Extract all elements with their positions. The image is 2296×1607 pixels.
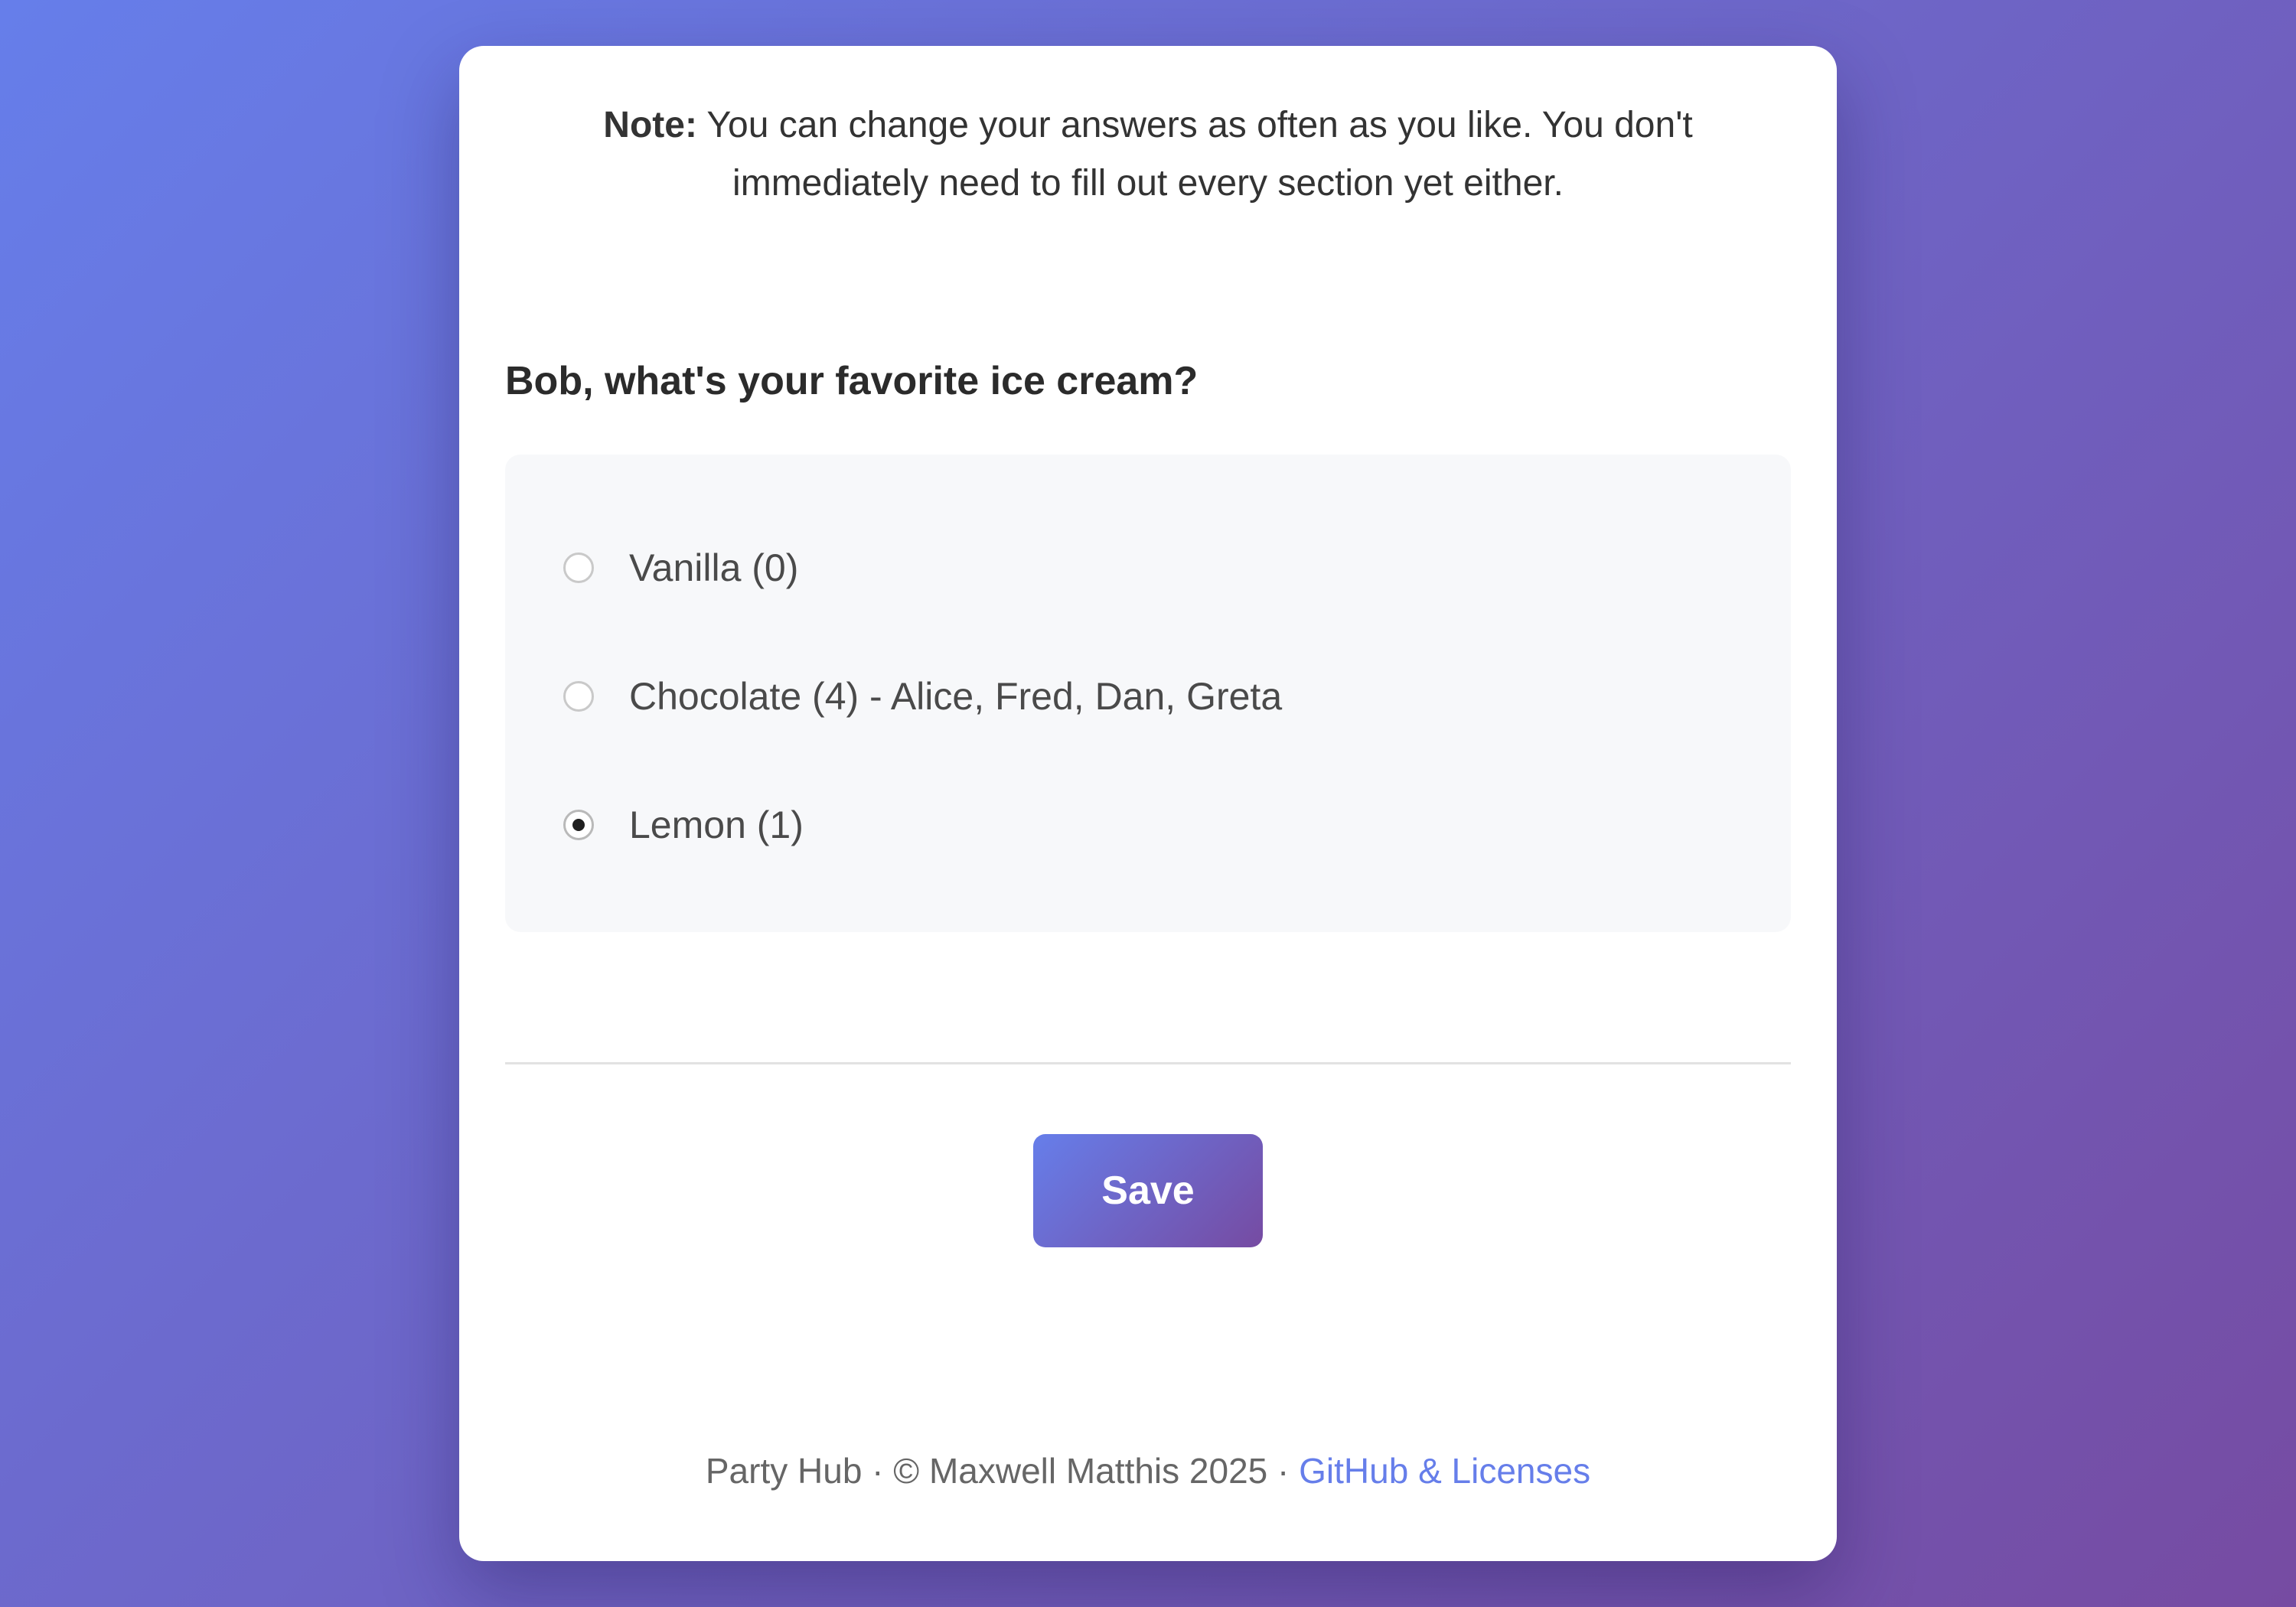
note-text: Note: You can change your answers as oft… [505,96,1791,213]
options-group: Vanilla (0) Chocolate (4) - Alice, Fred,… [505,455,1791,932]
option-chocolate[interactable]: Chocolate (4) - Alice, Fred, Dan, Greta [563,673,1282,719]
option-label[interactable]: Lemon (1) [629,802,804,848]
option-label[interactable]: Vanilla (0) [629,545,798,591]
survey-card: Note: You can change your answers as oft… [459,46,1837,1561]
question-title: Bob, what's your favorite ice cream? [505,359,1199,403]
footer: Party Hub · © Maxwell Matthis 2025 · Git… [505,1448,1791,1494]
option-vanilla[interactable]: Vanilla (0) [563,545,798,591]
section-divider [505,1062,1791,1064]
option-label[interactable]: Chocolate (4) - Alice, Fred, Dan, Greta [629,673,1282,719]
github-licenses-link[interactable]: GitHub & Licenses [1299,1451,1590,1491]
note-label: Note: [603,105,697,145]
radio-button-chocolate[interactable] [563,681,594,712]
footer-text: Party Hub · © Maxwell Matthis 2025 · [705,1451,1300,1491]
radio-button-vanilla[interactable] [563,553,594,583]
radio-button-lemon[interactable] [563,810,594,840]
note-body: You can change your answers as often as … [696,105,1693,204]
option-lemon[interactable]: Lemon (1) [563,802,804,848]
save-button[interactable]: Save [1033,1134,1263,1247]
